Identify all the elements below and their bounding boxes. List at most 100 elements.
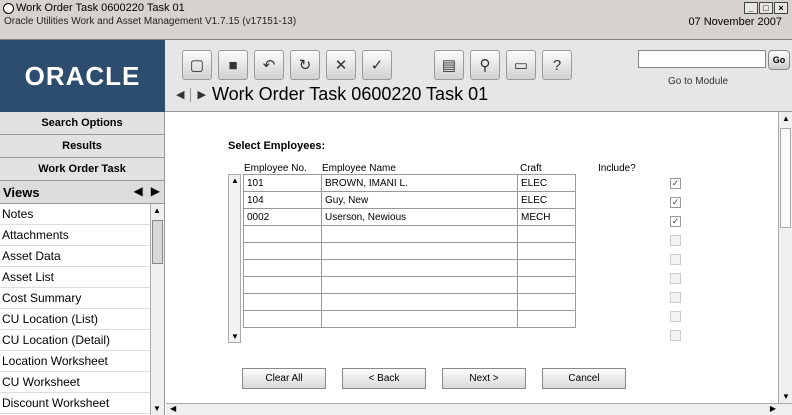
scroll-down-icon[interactable]: ▼	[231, 332, 239, 341]
go-button[interactable]: Go	[768, 50, 790, 70]
include-checkbox[interactable]: ✓	[670, 197, 681, 208]
toolbar: ▢ ■ ↶ ↻ ✕ ✓ ▤ ⚲ ▭ ?	[182, 50, 572, 80]
employee-no-cell[interactable]	[243, 242, 322, 260]
employee-no-cell[interactable]	[243, 293, 322, 311]
view-item-cost-summary[interactable]: Cost Summary	[0, 288, 164, 309]
view-item-cu-location-detail[interactable]: CU Location (Detail)	[0, 330, 164, 351]
delete-icon[interactable]: ✕	[326, 50, 356, 80]
cancel-button[interactable]: Cancel	[542, 368, 626, 389]
craft-cell[interactable]	[517, 242, 576, 260]
craft-cell[interactable]: ELEC	[517, 191, 576, 209]
employee-no-cell[interactable]	[243, 225, 322, 243]
include-checkbox[interactable]	[670, 273, 681, 284]
table-row[interactable]	[243, 276, 576, 294]
employee-name-cell[interactable]	[321, 310, 518, 328]
employee-no-cell[interactable]: 101	[243, 174, 322, 192]
help-icon[interactable]: ?	[542, 50, 572, 80]
grid-scrollbar[interactable]: ▲ ▼	[228, 174, 241, 343]
view-item-asset-list[interactable]: Asset List	[0, 267, 164, 288]
craft-cell[interactable]	[517, 293, 576, 311]
scroll-up-icon[interactable]: ▲	[153, 206, 161, 215]
scroll-down-icon[interactable]: ▼	[153, 404, 161, 413]
go-to-module-input[interactable]	[638, 50, 766, 68]
employee-name-cell[interactable]	[321, 293, 518, 311]
next-button[interactable]: Next >	[442, 368, 526, 389]
include-checkbox[interactable]	[670, 254, 681, 265]
include-checkbox[interactable]: ✓	[670, 178, 681, 189]
previous-record-icon[interactable]: ◀	[176, 88, 184, 101]
employee-no-cell[interactable]	[243, 310, 322, 328]
craft-cell[interactable]: MECH	[517, 208, 576, 226]
table-row[interactable]	[243, 259, 576, 277]
views-next-icon[interactable]: ▶	[151, 184, 160, 198]
view-item-discount-worksheet[interactable]: Discount Worksheet	[0, 393, 164, 414]
save-icon[interactable]: ■	[218, 50, 248, 80]
craft-cell[interactable]	[517, 259, 576, 277]
table-row[interactable]	[243, 293, 576, 311]
include-checkbox[interactable]	[670, 292, 681, 303]
tab-work-order-task[interactable]: Work Order Task	[0, 158, 164, 181]
views-scrollbar[interactable]: ▲ ▼	[150, 204, 164, 415]
employee-no-cell[interactable]	[243, 276, 322, 294]
column-header-employee-no: Employee No.	[244, 163, 307, 174]
employee-name-cell[interactable]	[321, 276, 518, 294]
table-row[interactable]: 0002 Userson, Newious MECH	[243, 208, 576, 226]
scroll-up-icon[interactable]: ▲	[231, 176, 239, 185]
scroll-left-icon[interactable]: ◀	[170, 404, 176, 413]
new-document-icon[interactable]: ▢	[182, 50, 212, 80]
employee-no-cell[interactable]: 104	[243, 191, 322, 209]
scroll-right-icon[interactable]: ▶	[770, 404, 776, 413]
close-button[interactable]: ×	[774, 2, 788, 14]
employee-name-cell[interactable]	[321, 225, 518, 243]
table-row[interactable]: 104 Guy, New ELEC	[243, 191, 576, 209]
view-item-cu-location-list[interactable]: CU Location (List)	[0, 309, 164, 330]
craft-cell[interactable]: ELEC	[517, 174, 576, 192]
tab-results[interactable]: Results	[0, 135, 164, 158]
table-row[interactable]: 101 BROWN, IMANI L. ELEC	[243, 174, 576, 192]
employee-name-cell[interactable]: Guy, New	[321, 191, 518, 209]
spell-check-icon[interactable]: ✓	[362, 50, 392, 80]
view-item-attachments[interactable]: Attachments	[0, 225, 164, 246]
employee-name-cell[interactable]	[321, 259, 518, 277]
include-checkbox[interactable]	[670, 330, 681, 341]
view-item-location-worksheet[interactable]: Location Worksheet	[0, 351, 164, 372]
inbox-icon[interactable]: ▭	[506, 50, 536, 80]
undo-icon[interactable]: ↶	[254, 50, 284, 80]
clear-all-button[interactable]: Clear All	[242, 368, 326, 389]
employee-name-cell[interactable]: BROWN, IMANI L.	[321, 174, 518, 192]
employee-name-cell[interactable]	[321, 242, 518, 260]
next-record-icon[interactable]: ▶	[197, 88, 205, 101]
minimize-button[interactable]: _	[744, 2, 758, 14]
include-checkbox[interactable]	[670, 235, 681, 246]
view-item-cu-worksheet[interactable]: CU Worksheet	[0, 372, 164, 393]
report-icon[interactable]: ▤	[434, 50, 464, 80]
employee-no-cell[interactable]	[243, 259, 322, 277]
craft-cell[interactable]	[517, 276, 576, 294]
include-checkbox[interactable]	[670, 311, 681, 322]
view-item-notes[interactable]: Notes	[0, 204, 164, 225]
craft-cell[interactable]	[517, 225, 576, 243]
refresh-icon[interactable]: ↻	[290, 50, 320, 80]
employee-no-cell[interactable]: 0002	[243, 208, 322, 226]
scroll-thumb[interactable]	[152, 220, 163, 264]
tab-search-options[interactable]: Search Options	[0, 112, 164, 135]
column-header-include: Include?	[598, 163, 636, 174]
craft-cell[interactable]	[517, 310, 576, 328]
employee-name-cell[interactable]: Userson, Newious	[321, 208, 518, 226]
table-row[interactable]	[243, 242, 576, 260]
view-item-asset-data[interactable]: Asset Data	[0, 246, 164, 267]
scroll-up-icon[interactable]: ▲	[782, 114, 790, 123]
vertical-scrollbar[interactable]: ▲ ▼	[778, 112, 792, 403]
maximize-button[interactable]: □	[759, 2, 773, 14]
divider	[190, 87, 192, 102]
views-header: Views ◀ ▶	[0, 181, 164, 204]
include-checkbox[interactable]: ✓	[670, 216, 681, 227]
horizontal-scrollbar[interactable]: ◀ ▶	[166, 403, 792, 415]
scroll-down-icon[interactable]: ▼	[782, 392, 790, 401]
scroll-thumb[interactable]	[780, 128, 791, 228]
views-prev-icon[interactable]: ◀	[134, 184, 143, 198]
back-button[interactable]: < Back	[342, 368, 426, 389]
table-row[interactable]	[243, 225, 576, 243]
table-row[interactable]	[243, 310, 576, 328]
attachments-icon[interactable]: ⚲	[470, 50, 500, 80]
